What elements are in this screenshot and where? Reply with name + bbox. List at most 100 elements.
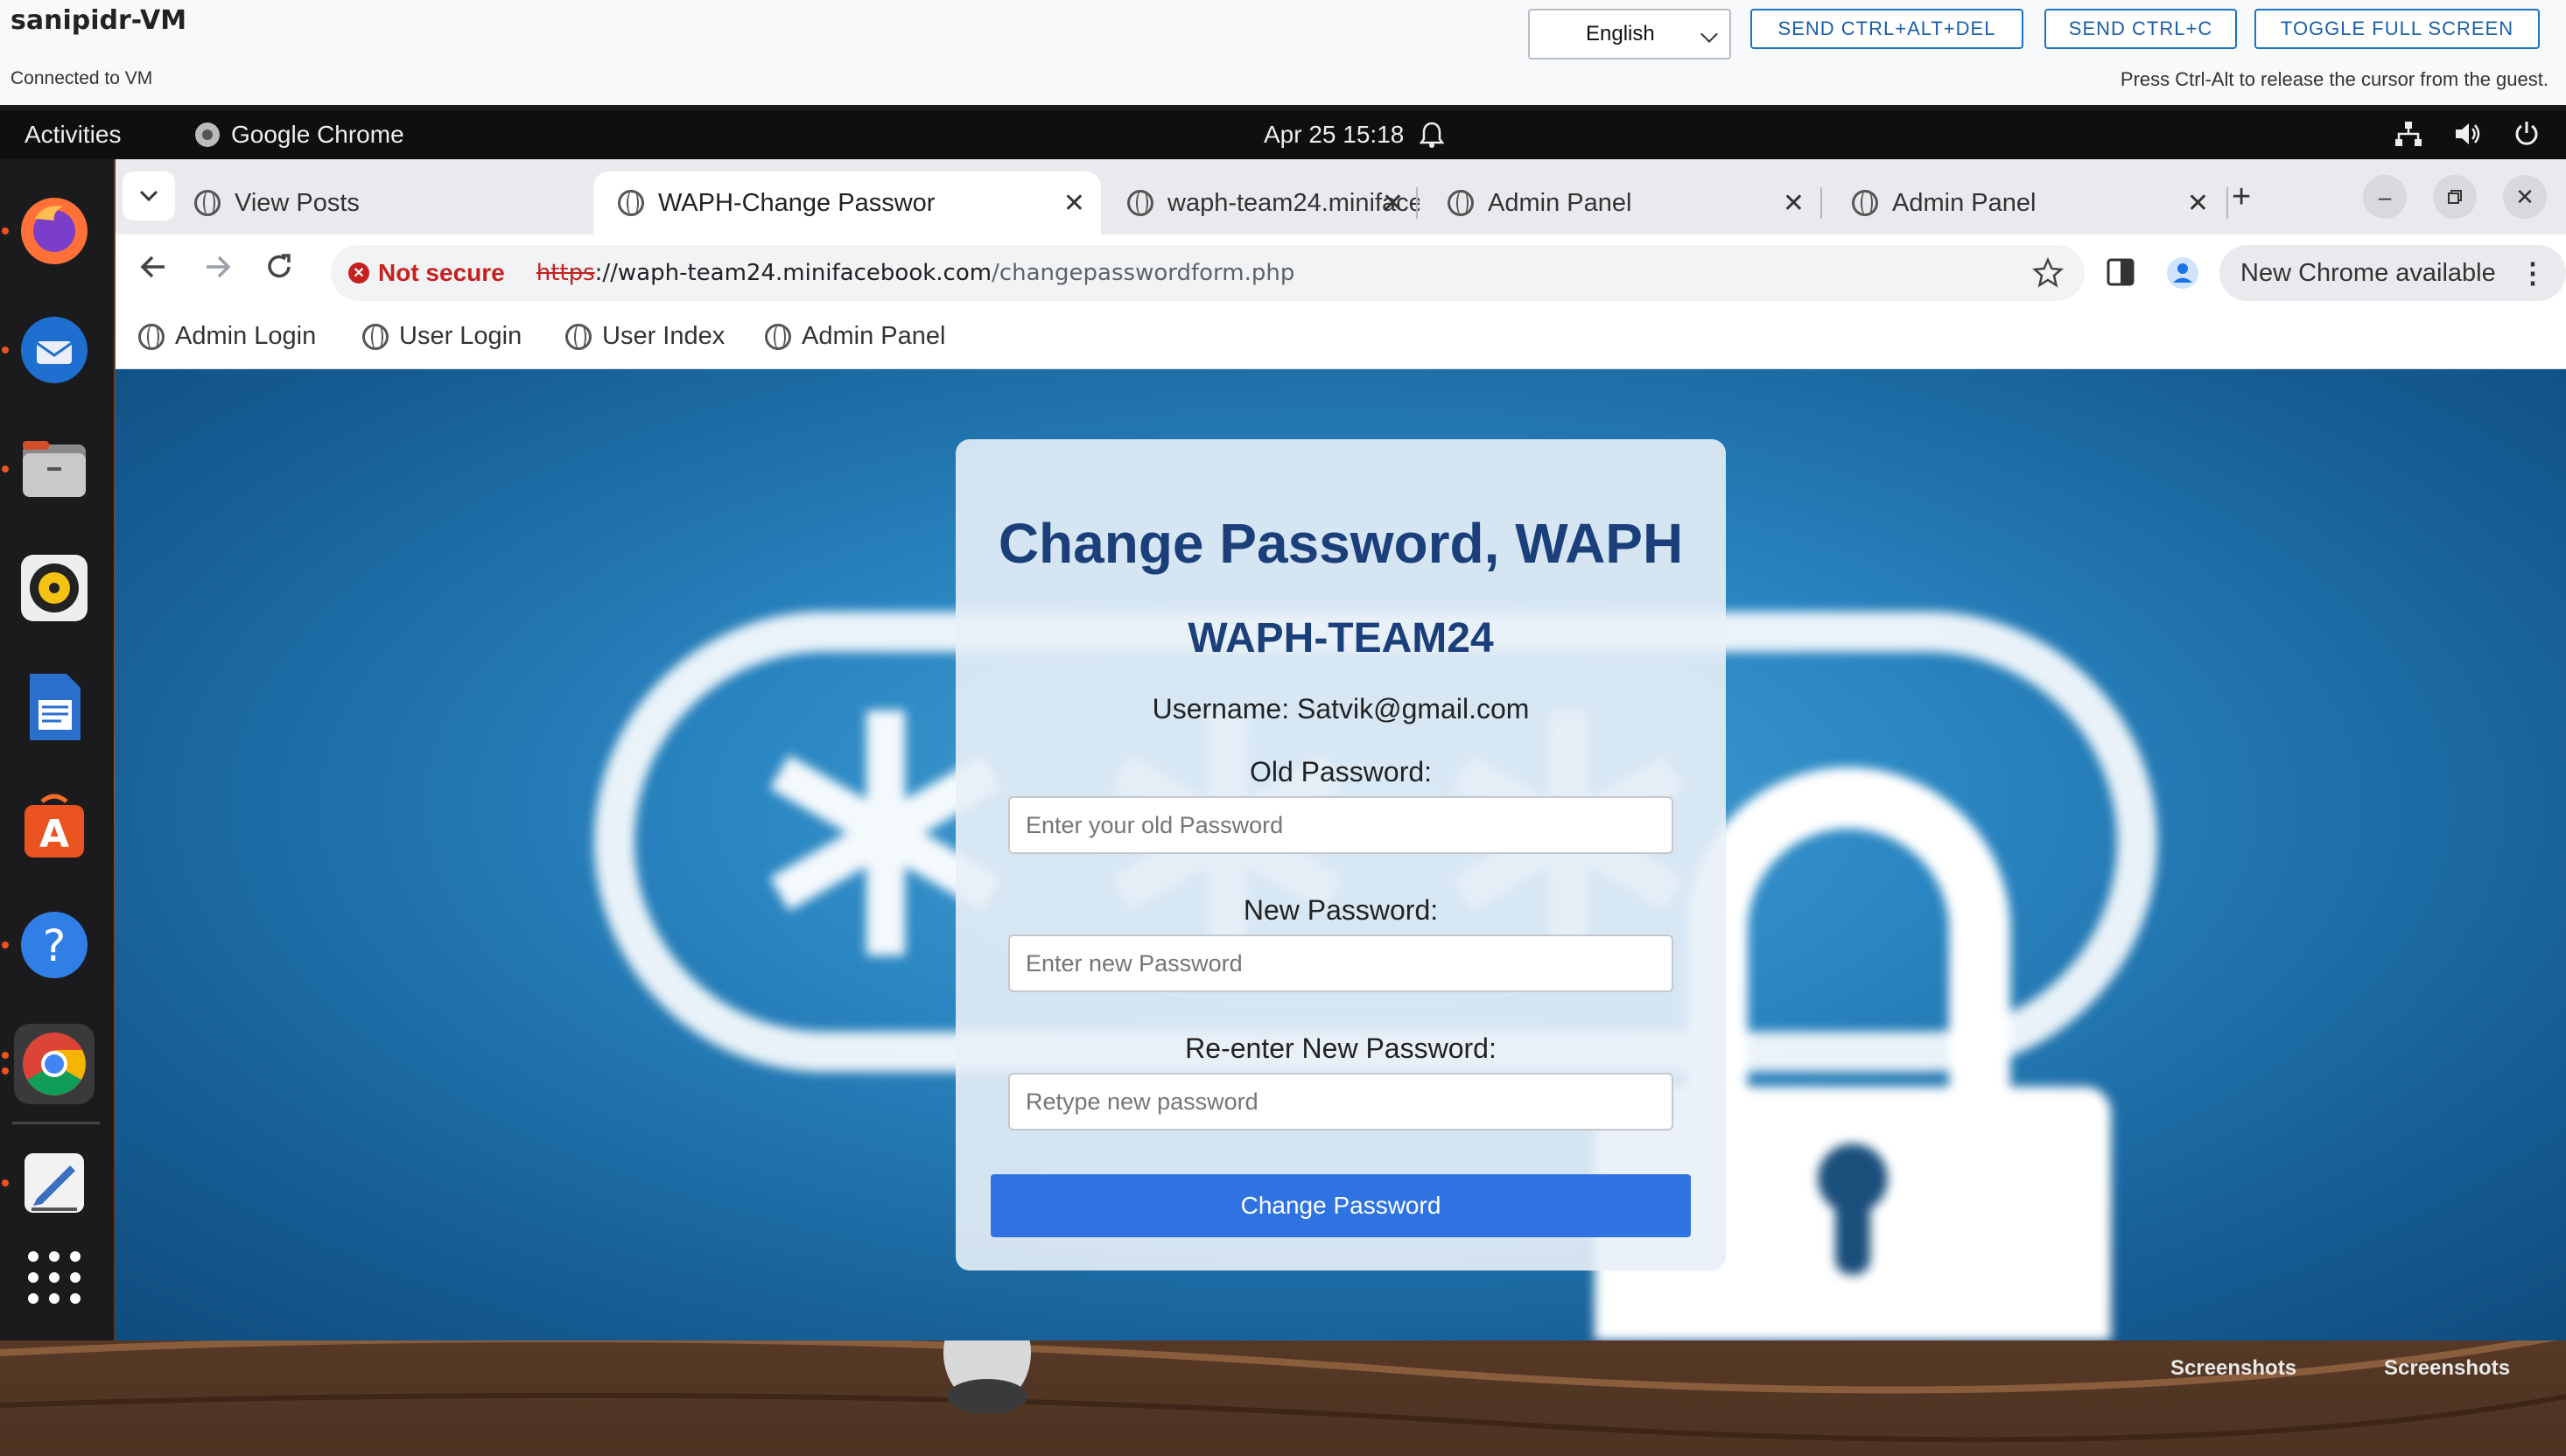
team-heading: WAPH-TEAM24 [1188,615,1494,662]
globe-icon [138,323,165,350]
profile-icon[interactable] [2165,256,2200,290]
side-panel-icon[interactable] [2106,257,2135,287]
ubuntu-dock: A ? [0,159,114,1340]
writer-icon[interactable] [14,667,95,747]
warning-icon: ✕ [348,262,369,284]
url-text: https://waph-team24.minifacebook.com/cha… [536,260,1295,286]
change-password-button[interactable]: Change Password [991,1174,1691,1237]
app-menu[interactable]: Google Chrome [194,121,404,149]
vm-connection-status: Connected to VM [11,68,153,88]
running-indicator [2,346,9,354]
kebab-menu-icon[interactable]: ⋮ [2519,256,2547,290]
close-window-icon[interactable]: ✕ [2503,175,2547,219]
bookmark-star-icon[interactable] [2032,257,2064,289]
release-cursor-hint: Press Ctrl-Alt to release the cursor fro… [2120,68,2548,90]
language-select-value: English [1586,22,1655,46]
retype-password-label: Re-enter New Password: [1185,1032,1497,1064]
globe-icon [565,323,592,350]
username-display: Username: Satvik@gmail.com [1152,693,1530,724]
close-icon[interactable]: ✕ [1783,188,1805,219]
chrome-toolbar: ✕ Not secure https://waph-team24.minifac… [116,234,2566,312]
url-host: ://waph-team24.minifacebook.com [594,260,992,286]
svg-text:A: A [39,812,69,857]
tab-title: WAPH-Change Passwor [658,188,936,217]
running-indicator [2,1180,9,1186]
tab-admin-panel[interactable]: Admin Panel ✕ [1418,172,1820,234]
firefox-icon[interactable] [14,191,95,271]
send-ctrl-c-button[interactable]: SEND CTRL+C [2044,9,2237,49]
system-tray[interactable] [2394,121,2540,147]
running-indicator [2,942,9,948]
globe-icon [765,323,791,350]
dock-separator [12,1122,100,1124]
new-tab-icon[interactable]: + [2232,178,2251,216]
globe-icon [1852,190,1878,216]
chevron-down-icon [139,190,158,202]
files-icon[interactable] [14,429,95,509]
help-icon[interactable]: ? [14,905,95,985]
app-name: Google Chrome [231,121,404,148]
not-secure-badge[interactable]: ✕ Not secure [348,259,505,287]
bookmark-label: Admin Login [175,322,317,350]
svg-text:?: ? [43,920,67,971]
tab-title: Admin Panel [1892,188,2037,217]
bookmark-user-login[interactable]: User Login [362,322,522,351]
address-bar[interactable]: ✕ Not secure https://waph-team24.minifac… [331,245,2085,301]
globe-icon [194,190,221,216]
change-password-card: Change Password, WAPH WAPH-TEAM24 Userna… [956,439,1726,1270]
desktop-screenshots-label[interactable]: Screenshots [2384,1356,2510,1381]
tab-search-button[interactable] [123,172,175,220]
chrome-window: View Posts ✕ WAPH-Change Passwor ✕ waph-… [116,159,2566,1340]
send-ctrl-alt-del-button[interactable]: SEND CTRL+ALT+DEL [1750,9,2023,49]
desktop-screenshots-label[interactable]: Screenshots [2170,1356,2296,1381]
bookmark-admin-panel[interactable]: Admin Panel [765,322,945,351]
reload-icon[interactable] [264,252,294,290]
thunderbird-icon[interactable] [14,310,95,390]
globe-icon [362,323,389,350]
tab-title: Admin Panel [1488,188,1632,217]
bell-icon [1420,122,1445,148]
old-password-input[interactable] [1008,796,1673,854]
minimize-icon[interactable]: – [2363,175,2407,219]
tab-separator [2226,187,2228,219]
running-indicator [2,1052,9,1059]
power-icon [2515,122,2538,145]
gnome-top-bar: Activities Google Chrome Apr 25 15:18 [0,110,2566,159]
language-select[interactable]: English [1528,9,1731,60]
tab-minifacebook[interactable]: waph-team24.minifacel ✕ [1012,172,1420,234]
retype-password-input[interactable] [1008,1073,1673,1130]
page-content: Change Password, WAPH WAPH-TEAM24 Userna… [116,369,2566,1340]
clock[interactable]: Apr 25 15:18 [1264,121,1445,149]
text-editor-icon[interactable] [14,1143,95,1223]
new-password-label: New Password: [1243,894,1439,926]
globe-icon [1448,190,1474,216]
new-password-input[interactable] [1008,934,1673,992]
tab-title: View Posts [235,188,360,217]
bookmark-admin-login[interactable]: Admin Login [138,322,316,351]
bookmark-user-index[interactable]: User Index [565,322,725,351]
running-indicator [2,228,9,234]
back-arrow-icon[interactable] [138,252,168,290]
new-chrome-available-button[interactable]: New Chrome available ⋮ [2219,245,2566,301]
show-apps-icon[interactable] [14,1237,95,1318]
toggle-full-screen-button[interactable]: TOGGLE FULL SCREEN [2254,9,2540,49]
chrome-small-icon [195,122,220,147]
tab-admin-panel-2[interactable]: Admin Panel ✕ [1822,172,2225,234]
globe-icon [1127,190,1153,216]
not-secure-label: Not secure [378,259,505,286]
restore-icon[interactable] [2433,175,2477,219]
activities-button[interactable]: Activities [25,121,121,149]
close-icon[interactable]: ✕ [2187,188,2209,219]
bookmark-label: User Login [399,322,522,350]
bookmark-label: User Index [602,322,726,350]
close-icon[interactable]: ✕ [1382,188,1404,219]
vm-console-header: sanipidr-VM Connected to VM English SEND… [0,0,2566,108]
chrome-icon[interactable] [14,1024,95,1104]
update-label: New Chrome available [2240,258,2496,287]
rhythmbox-icon[interactable] [14,548,95,628]
forward-arrow-icon[interactable] [203,252,233,290]
app-center-icon[interactable]: A [14,786,95,866]
url-scheme: https [536,260,595,286]
vm-title: sanipidr-VM [11,5,187,36]
clock-text: Apr 25 15:18 [1264,121,1405,148]
